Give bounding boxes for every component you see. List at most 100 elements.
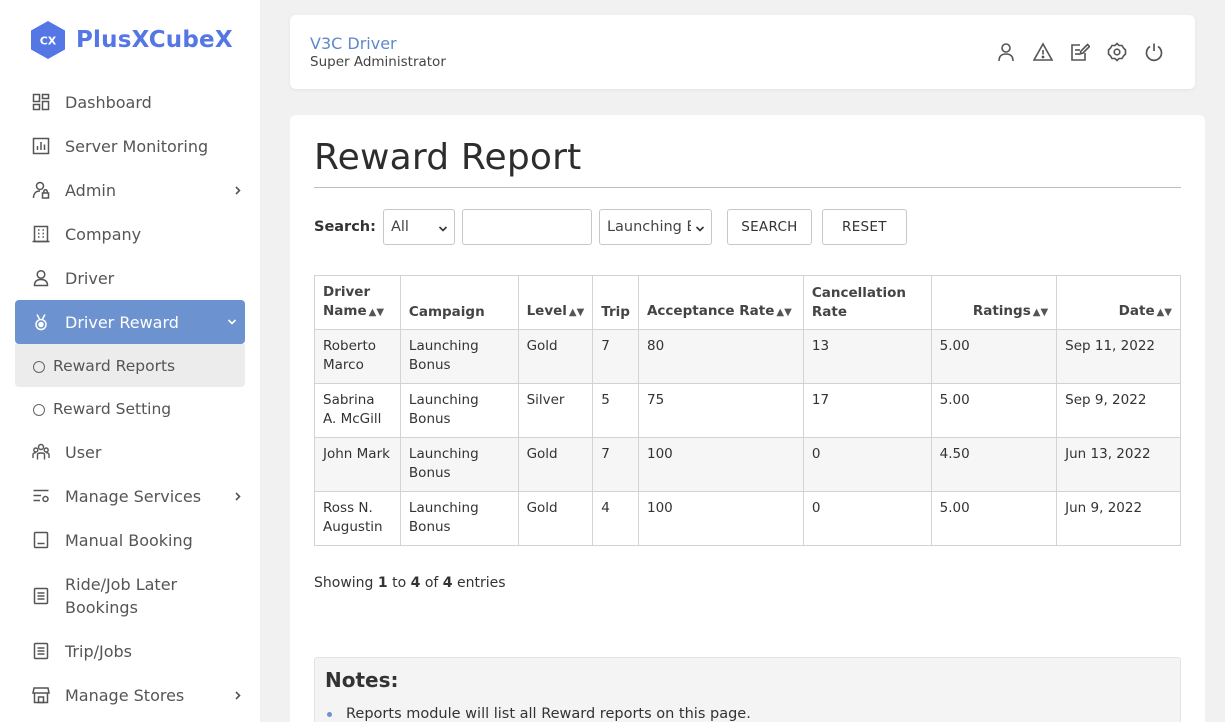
notes-panel: Notes: Reports module will list all Rewa… [314,657,1181,722]
sidebar-subitem-reward-reports[interactable]: Reward Reports [15,344,245,387]
book-icon [31,530,51,550]
column-header-driver-name[interactable]: Driver Name ▲▼ [314,275,401,330]
bullet-icon [327,711,332,717]
edit-icon[interactable] [1069,41,1091,63]
chevron-right-icon [231,488,245,502]
cell-campaign: Launching Bonus [399,491,519,546]
cell-level: Gold [517,329,594,384]
cell-level: Gold [517,437,594,492]
cell-trip: 7 [592,437,639,492]
sidebar-item-label: Driver [65,268,115,288]
sidebar-item-user[interactable]: User [15,430,245,474]
cell-cancellation-rate: 0 [802,437,932,492]
sidebar-subitem-label: Reward Reports [53,356,176,375]
chevron-down-icon [695,222,705,232]
sidebar-item-trip-jobs[interactable]: Trip/Jobs [15,629,245,673]
sidebar-item-label: Dashboard [65,92,152,112]
store-icon [31,685,51,705]
settings-icon[interactable] [1106,41,1128,63]
search-toolbar: Search: All Launching Bonus SEARCH RESET [314,209,907,245]
sidebar-item-manage-stores[interactable]: Manage Stores [15,673,245,717]
cell-cancellation-rate: 13 [802,329,932,384]
circle-icon [33,361,45,373]
alert-icon[interactable] [1032,41,1054,63]
services-icon [31,486,51,506]
cell-level: Silver [517,383,594,438]
campaign-select-value: Launching Bonus [606,219,691,235]
reset-button[interactable]: RESET [821,209,907,245]
sidebar-item-ride-job-later-bookings[interactable]: Ride/Job Later Bookings [15,562,245,629]
column-header-level[interactable]: Level ▲▼ [517,275,594,330]
cell-ratings: 4.50 [930,437,1058,492]
cell-ratings: 5.00 [930,329,1058,384]
cell-acceptance-rate: 75 [637,383,804,438]
cell-campaign: Launching Bonus [399,383,519,438]
cell-trip: 4 [592,491,639,546]
chevron-right-icon [231,687,245,701]
table-header-row: Driver Name ▲▼ Campaign Level ▲▼ Trip Acce… [314,275,1181,330]
column-header-acceptance-rate[interactable]: Acceptance Rate ▲▼ [637,275,804,330]
column-header-trip: Trip [592,275,639,330]
table-row: Ross N. Augustin Launching Bonus Gold 4 … [314,491,1181,546]
cell-trip: 5 [592,383,639,438]
users-icon [31,442,51,462]
column-header-ratings[interactable]: Ratings ▲▼ [930,275,1058,330]
sidebar-item-company[interactable]: Company [15,212,245,256]
pagination-info: Showing 1 to 4 of 4 entries [314,575,506,591]
header-actions [995,41,1165,63]
sidebar-item-driver[interactable]: Driver [15,256,245,300]
column-header-cancellation-rate: Cancellation Rate [802,275,932,330]
sidebar-item-manual-booking[interactable]: Manual Booking [15,518,245,562]
title-divider [314,187,1181,188]
chevron-down-icon [438,222,448,232]
notes-title: Notes: [325,668,399,692]
search-button[interactable]: SEARCH [726,209,812,245]
sidebar-item-label: Trip/Jobs [65,641,132,661]
cell-campaign: Launching Bonus [399,437,519,492]
sidebar-item-server-monitoring[interactable]: Server Monitoring [15,124,245,168]
notes-list-item: Reports module will list all Reward repo… [327,706,751,722]
top-header: V3C Driver Super Administrator [290,15,1195,89]
dashboard-icon [31,92,51,112]
sidebar-item-admin[interactable]: Admin [15,168,245,212]
chevron-down-icon [225,314,239,328]
user-role: Super Administrator [310,54,446,70]
svg-text:CX: CX [40,35,57,48]
cell-ratings: 5.00 [930,383,1058,438]
sidebar-subitem-label: Reward Setting [53,399,172,418]
cell-acceptance-rate: 100 [637,491,804,546]
sidebar-item-label: Manage Stores [65,685,185,705]
sidebar-item-label: Manage Services [65,486,202,506]
brand-name: PlusXCubeX [76,27,233,53]
sidebar-item-label: Company [65,224,142,244]
search-filter-select[interactable]: All [382,209,455,245]
cell-driver-name: Ross N. Augustin [314,491,401,546]
campaign-select[interactable]: Launching Bonus [598,209,712,245]
user-icon[interactable] [995,41,1017,63]
list-icon [31,586,51,606]
search-label: Search: [314,219,376,235]
cell-cancellation-rate: 0 [802,491,932,546]
cell-driver-name: John Mark [314,437,401,492]
column-header-date[interactable]: Date ▲▼ [1056,275,1181,330]
table-row: John Mark Launching Bonus Gold 7 100 0 4… [314,437,1181,492]
sidebar-item-label: Ride/Job Later Bookings [65,574,178,617]
sidebar: CX PlusXCubeX Dashboard Server Monitorin… [0,0,260,722]
sort-icon: ▲▼ [1032,307,1049,318]
column-header-campaign: Campaign [399,275,519,330]
sidebar-item-driver-reward[interactable]: Driver Reward [15,300,245,344]
cell-acceptance-rate: 100 [637,437,804,492]
brand-logo[interactable]: CX PlusXCubeX [30,20,233,60]
sidebar-item-manage-services[interactable]: Manage Services [15,474,245,518]
cell-date: Sep 9, 2022 [1056,383,1181,438]
cell-date: Jun 13, 2022 [1056,437,1181,492]
cell-acceptance-rate: 80 [637,329,804,384]
sidebar-item-dashboard[interactable]: Dashboard [15,80,245,124]
user-name[interactable]: V3C Driver [310,34,397,53]
sidebar-subitem-reward-setting[interactable]: Reward Setting [15,387,245,430]
power-icon[interactable] [1143,41,1165,63]
table-row: Roberto Marco Launching Bonus Gold 7 80 … [314,329,1181,384]
building-icon [31,224,51,244]
search-input[interactable] [461,209,592,245]
cell-level: Gold [517,491,594,546]
